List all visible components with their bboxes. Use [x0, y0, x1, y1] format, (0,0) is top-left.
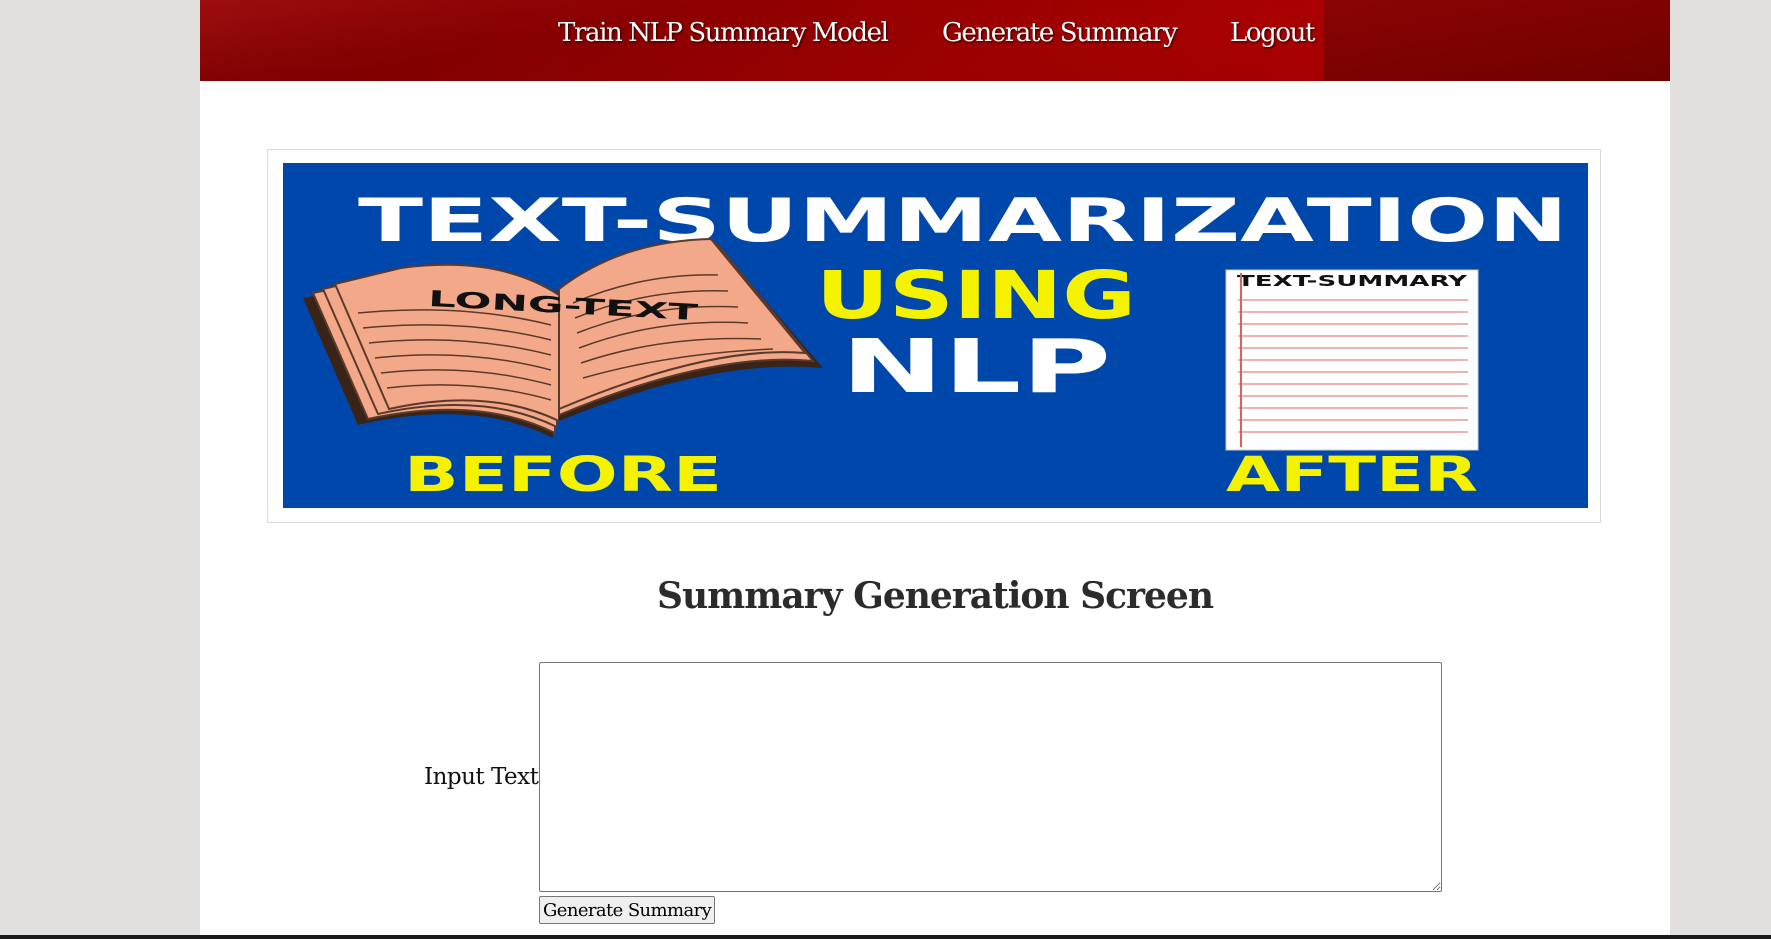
- banner-before-text: BEFORE: [404, 447, 722, 503]
- paper-label: TEXT-SUMMARY: [1237, 272, 1469, 290]
- page-container: Train NLP Summary Model Generate Summary…: [200, 0, 1670, 939]
- banner-nlp-text: NLP: [841, 324, 1111, 410]
- input-text-area[interactable]: [539, 662, 1442, 892]
- nav-link-train-model[interactable]: Train NLP Summary Model: [558, 18, 889, 48]
- banner-using-text: USING: [816, 257, 1136, 334]
- nav-link-generate-summary[interactable]: Generate Summary: [942, 18, 1178, 48]
- banner-title: TEXT-SUMMARIZATION: [358, 186, 1568, 256]
- top-navigation-bar: Train NLP Summary Model Generate Summary…: [200, 0, 1670, 81]
- page-title: Summary Generation Screen: [656, 575, 1214, 617]
- input-text-label: Input Text: [424, 764, 539, 790]
- bottom-edge: [0, 935, 1771, 939]
- generate-summary-button[interactable]: Generate Summary: [539, 896, 716, 924]
- banner-after-text: AFTER: [1226, 447, 1478, 503]
- banner-image: TEXT-SUMMARIZATION USING NLP LONG-TEXT T…: [283, 163, 1588, 508]
- nav-link-logout[interactable]: Logout: [1230, 18, 1315, 48]
- banner-frame: TEXT-SUMMARIZATION USING NLP LONG-TEXT T…: [267, 149, 1601, 523]
- summary-paper-illustration: TEXT-SUMMARY: [1225, 269, 1479, 451]
